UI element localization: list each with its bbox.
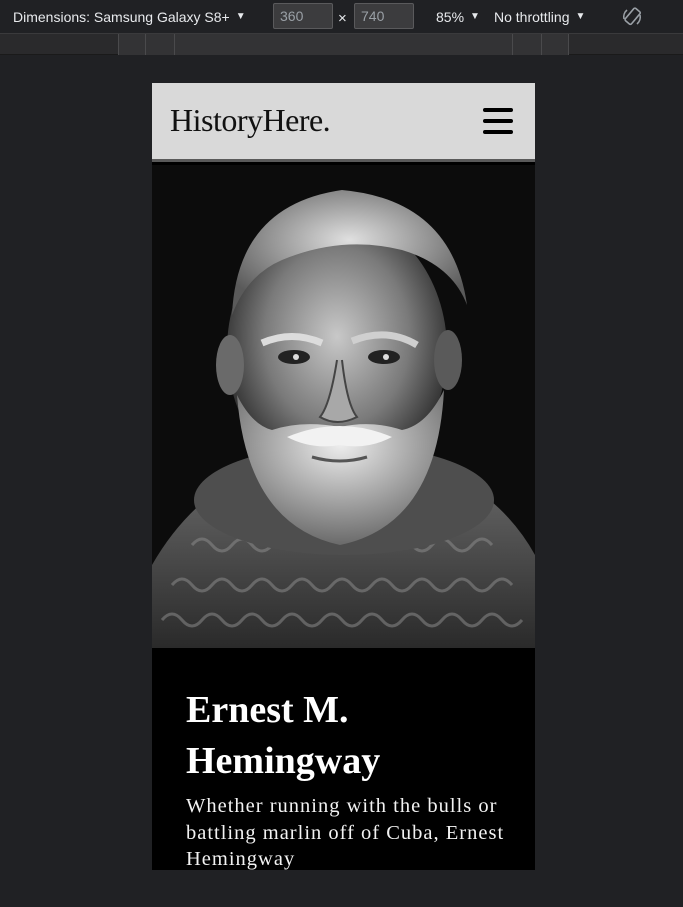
rotate-icon[interactable] — [620, 0, 644, 33]
chevron-down-icon: ▼ — [470, 11, 480, 22]
media-query-ruler — [0, 33, 683, 55]
chevron-down-icon: ▼ — [235, 11, 246, 22]
person-title: Ernest M. Hemingway — [186, 689, 381, 782]
device-toolbar: Dimensions: Samsung Galaxy S8+ ▼ 360 × 7… — [0, 0, 683, 33]
ruler-segment[interactable] — [541, 34, 569, 55]
dimensions-select[interactable]: Dimensions: Samsung Galaxy S8+ ▼ — [13, 0, 246, 33]
dimensions-label: Dimensions: Samsung Galaxy S8+ — [13, 8, 230, 25]
bio-section: Ernest M. Hemingway Whether running with… — [152, 648, 535, 870]
portrait-image — [152, 165, 535, 648]
ruler-segment[interactable] — [145, 34, 174, 55]
chevron-down-icon: ▼ — [575, 11, 586, 22]
ruler-segment[interactable] — [118, 34, 145, 55]
ruler-segment[interactable] — [174, 34, 512, 55]
site-header: HistoryHere. — [152, 83, 535, 162]
hamburger-menu-icon[interactable] — [483, 108, 513, 135]
zoom-label: 85% — [436, 8, 465, 25]
height-input[interactable]: 740 — [354, 3, 414, 29]
times-separator: × — [338, 10, 347, 27]
zoom-select[interactable]: 85% ▼ — [436, 0, 480, 33]
throttling-label: No throttling — [494, 8, 570, 25]
ruler-segment[interactable] — [512, 34, 541, 55]
width-input[interactable]: 360 — [273, 3, 333, 29]
hero-portrait — [152, 165, 535, 648]
site-logo[interactable]: HistoryHere. — [170, 102, 331, 139]
bio-intro: Whether running with the bulls or battli… — [186, 795, 505, 870]
device-viewport: HistoryHere. Ernest M. Hemingway Whether… — [152, 83, 535, 870]
throttling-select[interactable]: No throttling ▼ — [494, 0, 585, 33]
